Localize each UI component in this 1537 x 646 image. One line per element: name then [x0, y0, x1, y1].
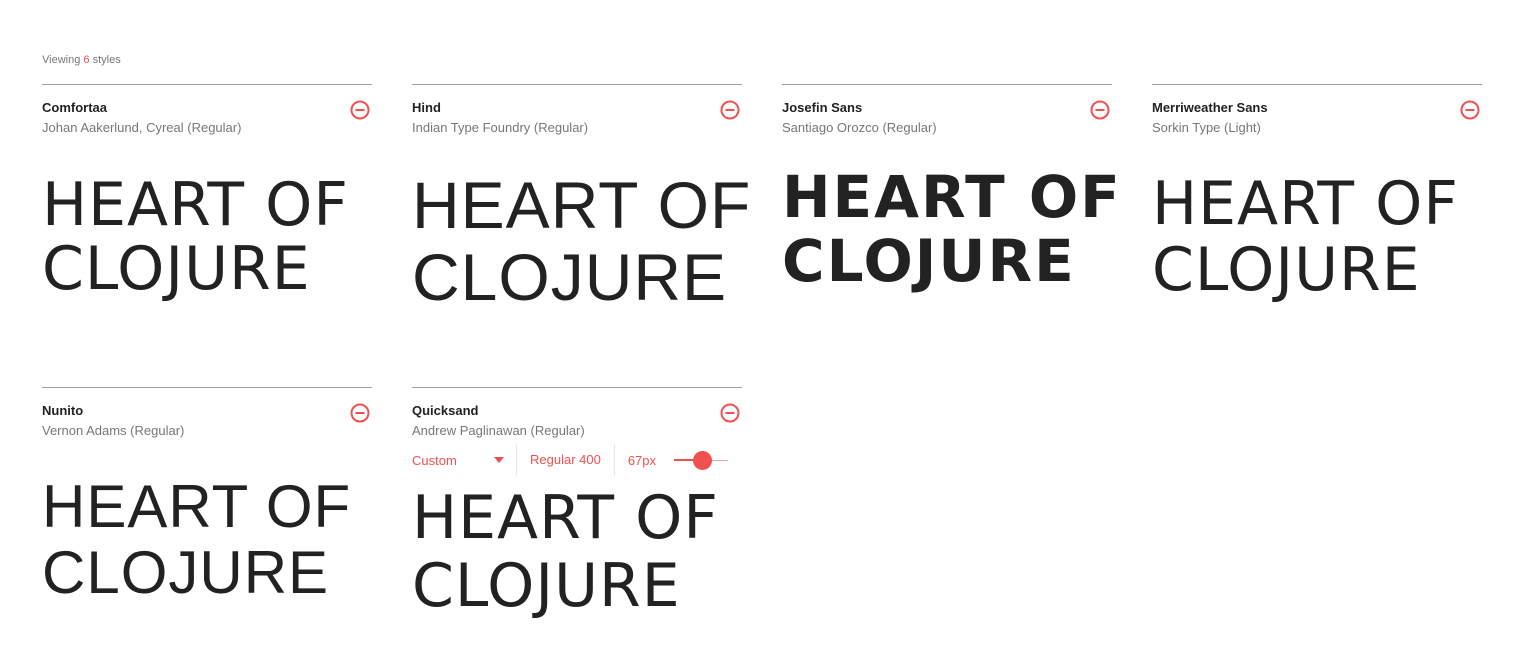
font-sample: HEART OF CLOJURE [42, 170, 349, 304]
font-name: Comfortaa [42, 100, 108, 115]
remove-minus-circle-icon[interactable] [350, 100, 370, 120]
style-select-dropdown[interactable]: Custom [412, 445, 517, 475]
remove-minus-circle-icon[interactable] [1460, 100, 1480, 120]
font-weight-selector[interactable]: Regular 400 [517, 445, 615, 475]
style-controls: Custom Regular 400 67px [412, 445, 729, 475]
font-sample: HEART OF CLOJURE [412, 168, 752, 314]
font-designer: Andrew Paglinawan (Regular) [412, 423, 585, 438]
font-size-slider[interactable] [674, 450, 729, 470]
font-card-quicksand: Quicksand Andrew Paglinawan (Regular) Cu… [412, 387, 742, 620]
font-name: Josefin Sans [782, 100, 863, 115]
font-card-merriweather-sans: Merriweather Sans Sorkin Type (Light) HE… [1152, 84, 1482, 303]
font-sample: HEART OF CLOJURE [412, 483, 719, 621]
remove-minus-circle-icon[interactable] [720, 100, 740, 120]
font-sample: HEART OF CLOJURE [1152, 169, 1459, 305]
viewing-count-label: Viewing 6 styles [42, 54, 121, 66]
font-designer: Johan Aakerlund, Cyreal (Regular) [42, 120, 242, 135]
font-card-josefin-sans: Josefin Sans Santiago Orozco (Regular) H… [782, 84, 1120, 293]
remove-minus-circle-icon[interactable] [1090, 100, 1110, 120]
font-designer: Sorkin Type (Light) [1152, 120, 1261, 135]
font-sample: HEART OF CLOJURE [42, 473, 352, 606]
font-designer: Indian Type Foundry (Regular) [412, 120, 589, 135]
style-count: 6 [83, 54, 90, 66]
font-card-hind: Hind Indian Type Foundry (Regular) HEART… [412, 84, 750, 313]
font-card-comfortaa: Comfortaa Johan Aakerlund, Cyreal (Regul… [42, 84, 372, 301]
font-name: Merriweather Sans [1152, 100, 1268, 115]
remove-minus-circle-icon[interactable] [350, 403, 370, 423]
remove-minus-circle-icon[interactable] [720, 403, 740, 423]
font-designer: Santiago Orozco (Regular) [782, 120, 937, 135]
font-designer: Vernon Adams (Regular) [42, 423, 185, 438]
font-name: Quicksand [412, 403, 479, 418]
caret-down-icon [494, 457, 504, 463]
font-card-nunito: Nunito Vernon Adams (Regular) HEART OF C… [42, 387, 372, 606]
font-name: Hind [412, 100, 441, 115]
font-name: Nunito [42, 403, 84, 418]
slider-thumb[interactable] [693, 451, 713, 470]
font-sample: HEART OF CLOJURE [782, 163, 1122, 295]
font-size-value: 67px [627, 452, 657, 468]
style-select-value: Custom [412, 452, 457, 468]
